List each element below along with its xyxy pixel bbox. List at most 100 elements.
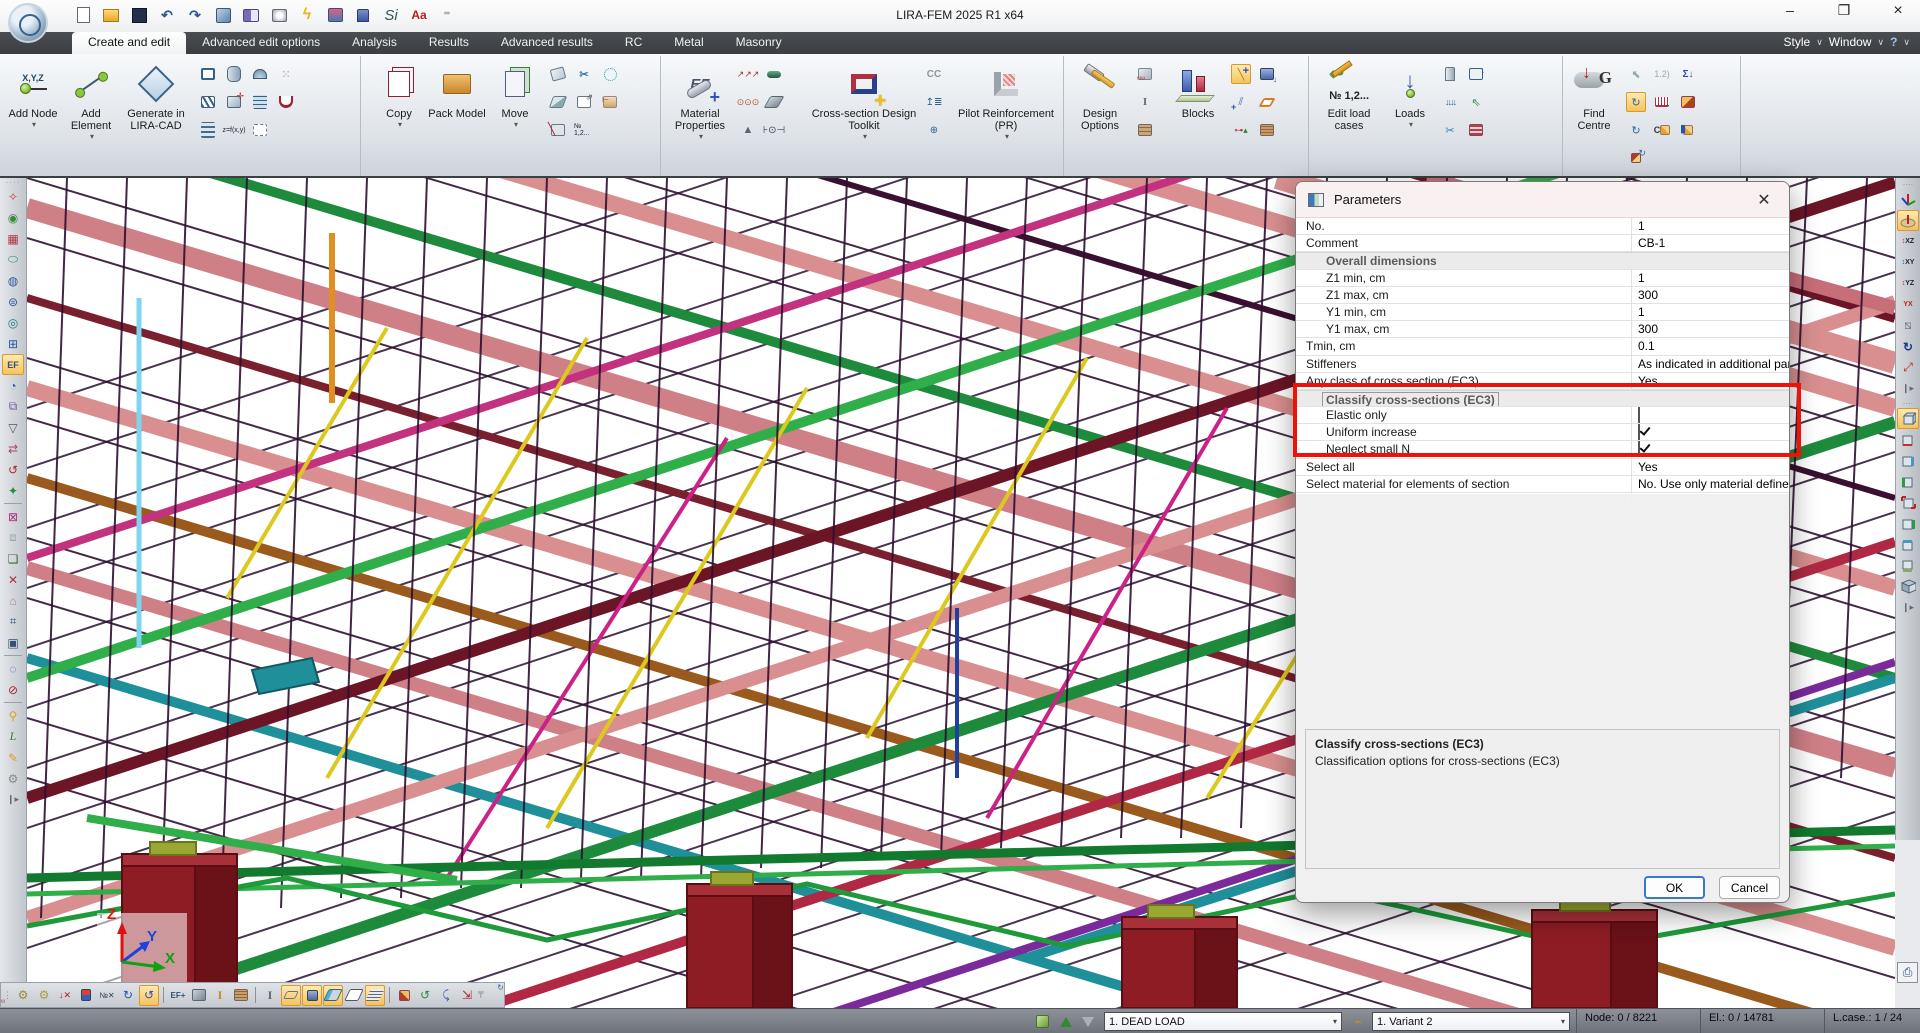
move-loads-icon[interactable]: ⇖ — [1466, 92, 1486, 112]
select-frame-nodes-icon[interactable]: ▦ — [2, 228, 24, 249]
rotate-view-icon[interactable]: ↻ — [1897, 336, 1919, 357]
spring-icon[interactable]: ↥≣ — [924, 92, 944, 112]
rotate-squares-icon[interactable]: ↻ — [394, 985, 414, 1006]
sum-loads-icon[interactable]: Σ↓ — [1678, 64, 1698, 84]
boxes-red-icon[interactable]: ⇲ — [457, 985, 477, 1006]
concrete-cube-icon[interactable]: ᵚᵚ — [1135, 64, 1155, 84]
param-row-tmin[interactable]: Tmin, cm0.1 — [1296, 338, 1789, 355]
tab-advanced-results[interactable]: Advanced results — [485, 32, 609, 54]
param-row-z1max[interactable]: Z1 max, cm300 — [1296, 287, 1789, 304]
perspective-icon[interactable]: ⧅ — [1897, 315, 1919, 336]
dimension-line-icon[interactable]: L — [2, 726, 24, 747]
variant-dropdown[interactable]: 1. Variant 2▾ — [1372, 1012, 1570, 1031]
collapse-group2-icon[interactable]: ❙▸ — [1897, 597, 1919, 618]
storey-frame-icon[interactable] — [198, 120, 218, 140]
loadcase-edit-icon[interactable] — [1032, 1012, 1052, 1031]
truss-support-icon[interactable]: ▲ — [738, 120, 758, 140]
view-xy-icon[interactable]: ↕XY — [1897, 252, 1919, 273]
fragment-nodes-icon[interactable]: ⁙ — [276, 64, 296, 84]
arch-icon[interactable] — [276, 92, 296, 112]
brush-icon[interactable]: ✦ — [2, 480, 24, 501]
mesh-plate-icon[interactable] — [365, 985, 385, 1006]
copy-loads-icon[interactable]: ↓ — [1466, 64, 1486, 84]
param-row-select-all[interactable]: Select allYes — [1296, 459, 1789, 476]
view-yz-icon[interactable]: ↕YZ — [1897, 273, 1919, 294]
plate-stiffness-icon[interactable] — [764, 92, 784, 112]
frame-icon[interactable] — [198, 64, 218, 84]
refresh-colors-icon[interactable]: ↻ — [1626, 92, 1646, 112]
tab-advanced-edit-options[interactable]: Advanced edit options — [186, 32, 336, 54]
mirror-y-icon[interactable]: ⧈ — [2, 527, 24, 548]
clear-numbering-icon[interactable]: ↓✕ — [55, 985, 75, 1006]
tab-rc[interactable]: RC — [609, 32, 658, 54]
elastic-support-icon[interactable]: ⊙⊙⊙ — [738, 92, 758, 112]
view-yx-icon[interactable]: YX — [1897, 294, 1919, 315]
output-window-icon[interactable]: ⎙ — [1897, 962, 1918, 983]
refresh-small-icon[interactable]: ↻ — [1626, 120, 1646, 140]
layers-3d-icon[interactable]: ⧉ — [2, 396, 24, 417]
prev-loadcase-icon[interactable] — [1056, 1012, 1076, 1031]
scissors-icon[interactable]: ✂ — [574, 64, 594, 84]
parallelogram-icon[interactable] — [344, 985, 364, 1006]
tab-create-and-edit[interactable]: Create and edit — [72, 32, 186, 54]
soil-anchor-icon[interactable]: ⊕ — [924, 120, 944, 140]
settings-gear-icon[interactable]: ⚙ — [13, 985, 33, 1006]
param-row-stiffeners[interactable]: StiffenersAs indicated in additional par… — [1296, 356, 1789, 373]
settings-pencil-icon[interactable]: ⚙ — [2, 768, 24, 789]
variant-tool-icon[interactable]: ⌁ — [1348, 1012, 1368, 1031]
cube-left-icon[interactable] — [1897, 471, 1919, 492]
stamp-icon[interactable] — [302, 985, 322, 1006]
generate-in-lira-cad-button[interactable]: Generate in LIRA-CAD — [120, 60, 192, 156]
free-rotate-icon[interactable]: ⤢ — [1897, 357, 1919, 378]
diagram-icon[interactable] — [1652, 92, 1672, 112]
rotate-mosaic-icon[interactable]: ↻ — [1626, 148, 1646, 168]
menu-window[interactable]: Window — [1829, 35, 1872, 49]
plate-mesh-icon[interactable] — [250, 92, 270, 112]
loads-button[interactable]: ↓ Loads — [1386, 60, 1434, 156]
cross-section-toolkit-button[interactable]: + Cross-section Design Toolkit — [808, 60, 920, 156]
select-horizontal-icon[interactable]: ⊜ — [2, 291, 24, 312]
flags-icon[interactable] — [76, 985, 96, 1006]
eraser-icon[interactable] — [281, 985, 301, 1006]
tab-masonry[interactable]: Masonry — [720, 32, 798, 54]
flip-selection-icon[interactable]: ⇄ — [2, 438, 24, 459]
ef-add-icon[interactable]: EF+ — [168, 985, 188, 1006]
copy-button[interactable]: Copy — [370, 60, 428, 156]
filter-icon[interactable]: ▽ — [2, 417, 24, 438]
flashlight-icon[interactable]: ⚲ — [2, 705, 24, 726]
minimize-button[interactable]: – — [1776, 2, 1804, 20]
cube-right-icon[interactable] — [1897, 513, 1919, 534]
collapse-group-icon[interactable]: ❙▸ — [1897, 378, 1919, 399]
cube-iso-icon[interactable] — [1897, 576, 1919, 597]
wall-small-icon[interactable] — [231, 985, 251, 1006]
surface-function-icon[interactable]: z=f(x,y) — [224, 120, 244, 140]
unfragment-icon[interactable]: ✕ — [2, 569, 24, 590]
compass-icon[interactable]: ◔ — [2, 375, 24, 396]
plate-blue-icon[interactable] — [323, 985, 343, 1006]
hinge-icon[interactable]: ⊦⊙⊣ — [764, 120, 784, 140]
loadcase-dropdown[interactable]: 1. DEAD LOAD▾ — [1104, 1012, 1342, 1031]
truss-icon[interactable] — [198, 92, 218, 112]
cylinder-icon[interactable] — [224, 64, 244, 84]
cancel-button[interactable]: Cancel — [1719, 876, 1780, 899]
material-cube-icon[interactable]: ᵚ — [189, 985, 209, 1006]
cube-bottom-icon[interactable] — [1897, 555, 1919, 576]
mirror-icon[interactable] — [548, 92, 568, 112]
axes-rotate-icon[interactable]: ⤹ — [436, 985, 456, 1006]
select-target-icon[interactable]: ◎ — [2, 312, 24, 333]
erase-icon[interactable]: ╲ — [548, 120, 568, 140]
cycle-active-icon[interactable]: ↺ — [139, 985, 159, 1006]
close-button[interactable]: × — [1884, 2, 1912, 20]
view-xz-icon[interactable]: ↕XZ — [1897, 231, 1919, 252]
numbering-icon[interactable]: 1.2) — [1652, 64, 1672, 84]
lasso-select-icon[interactable]: ✧ — [2, 186, 24, 207]
plan-view-icon[interactable] — [1897, 210, 1919, 231]
cycle-blue-icon[interactable]: ↻ — [118, 985, 138, 1006]
zoom-reset-icon[interactable]: ⊘ — [2, 679, 24, 700]
edit-load-cases-button[interactable]: ↩№ 1,2... Edit load cases — [1316, 60, 1382, 156]
fragment-icon[interactable]: ❏ — [2, 548, 24, 569]
param-row-no[interactable]: No.1 — [1296, 218, 1789, 235]
next-loadcase-icon[interactable] — [1078, 1012, 1098, 1031]
rotate-selection-icon[interactable]: ↺ — [2, 459, 24, 480]
add-element-button[interactable]: Add Element — [62, 60, 120, 156]
